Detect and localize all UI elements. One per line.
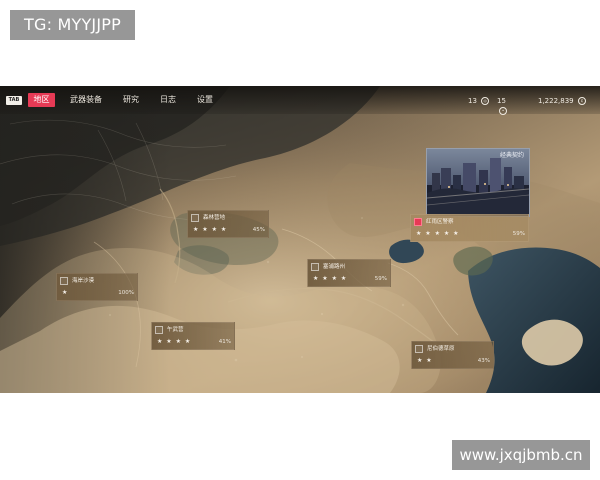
marker-name: 午武营 — [167, 327, 184, 333]
marker-stars: ★ ★ — [417, 357, 433, 364]
marker-name: 尼伯德草原 — [427, 346, 455, 352]
tab-settings[interactable]: 设置 — [197, 93, 217, 107]
tab-key-hint: TAB — [6, 96, 22, 105]
token-counter: 15 • — [497, 96, 517, 115]
map-marker-noon-camp[interactable]: 午武营 ★ ★ ★ ★ 41% — [151, 322, 235, 350]
marker-icon — [191, 214, 199, 222]
selected-marker-icon — [414, 218, 422, 226]
marker-progress: 43% — [477, 358, 490, 364]
marker-stars: ★ ★ ★ ★ ★ — [416, 230, 460, 237]
marker-stars: ★ ★ ★ ★ — [313, 275, 348, 282]
game-map-screen: TAB 地区 武器装备 研究 日志 设置 13 ◎ 15 • 1,222,839… — [0, 86, 600, 393]
tab-region[interactable]: 地区 — [28, 93, 55, 107]
marker-progress: 45% — [252, 227, 265, 233]
tab-research[interactable]: 研究 — [123, 93, 143, 107]
intel-icon: ◎ — [481, 97, 490, 105]
map-marker-forest-camp[interactable]: 森林营地 ★ ★ ★ ★ 45% — [187, 210, 269, 238]
intel-count: 13 — [468, 97, 477, 105]
marker-name: 塞浦路州 — [323, 264, 346, 270]
marker-icon — [60, 277, 68, 285]
marker-icon — [311, 263, 319, 271]
marker-icon — [155, 326, 163, 334]
tab-weapons[interactable]: 武器装备 — [70, 93, 106, 107]
marker-stars: ★ ★ ★ ★ — [157, 338, 192, 345]
screenshot-page: TG: MYYJJPP TAB 地区 武器装备 研究 日志 设置 13 ◎ 15… — [0, 0, 600, 480]
marker-name: 海岸沙漠 — [72, 278, 95, 284]
marker-progress: 59% — [374, 276, 387, 282]
map-marker-cyprus-state[interactable]: 塞浦路州 ★ ★ ★ ★ 59% — [307, 259, 391, 287]
currency-count: 1,222,839 — [538, 97, 574, 105]
bottom-watermark: www.jxqjbmb.cn — [452, 440, 590, 470]
marker-name: 红雨区警察 — [426, 219, 454, 225]
marker-progress: 59% — [512, 231, 525, 237]
marker-progress: 41% — [218, 339, 231, 345]
top-watermark: TG: MYYJJPP — [10, 10, 135, 40]
preview-title: 经典契约 — [499, 152, 524, 159]
token-count: 15 — [497, 97, 506, 105]
map-marker-nibelde-grassland[interactable]: 尼伯德草原 ★ ★ 43% — [411, 341, 494, 369]
tab-log[interactable]: 日志 — [160, 93, 180, 107]
marker-progress: 100% — [118, 290, 134, 296]
marker-icon — [415, 345, 423, 353]
currency-icon: ¢ — [577, 97, 586, 105]
mission-preview-card[interactable]: 经典契约 — [426, 148, 530, 217]
map-marker-red-rain-police[interactable]: 红雨区警察 ★ ★ ★ ★ ★ 59% — [410, 214, 529, 242]
currency-counter: 1,222,839 ¢ — [538, 96, 594, 106]
marker-name: 森林营地 — [203, 215, 226, 221]
token-icon: • — [499, 107, 507, 115]
map-marker-coast-desert[interactable]: 海岸沙漠 ★ 100% — [56, 273, 138, 301]
intel-counter: 13 ◎ — [468, 96, 490, 106]
marker-stars: ★ — [62, 289, 69, 296]
marker-stars: ★ ★ ★ ★ — [193, 226, 228, 233]
